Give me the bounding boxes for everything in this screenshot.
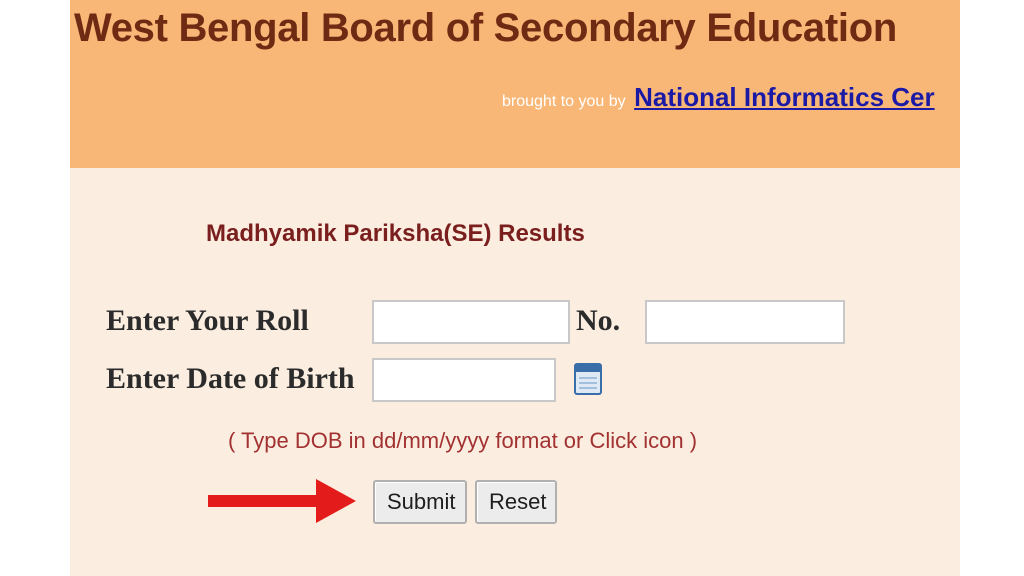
submit-button[interactable]: Submit [373,480,467,524]
calendar-icon[interactable] [574,362,602,396]
reset-button[interactable]: Reset [475,480,557,524]
results-page-frame: West Bengal Board of Secondary Education… [70,0,960,576]
page: West Bengal Board of Secondary Education… [0,0,1024,576]
dob-label: Enter Date of Birth [106,362,355,395]
byline-prefix: brought to you by [502,93,626,110]
dob-input[interactable] [372,358,556,402]
roll-no-input[interactable] [645,300,845,344]
page-header: West Bengal Board of Secondary Education… [70,0,960,168]
roll-input[interactable] [372,300,570,344]
dob-format-hint: ( Type DOB in dd/mm/yyyy format or Click… [228,428,698,453]
roll-label: Enter Your Roll [106,304,309,337]
results-form: Madhyamik Pariksha(SE) Results Enter You… [70,168,960,576]
byline: brought to you by National Informatics C… [502,82,935,113]
nic-link[interactable]: National Informatics Cer [634,82,935,112]
red-arrow-icon [208,479,356,523]
board-title: West Bengal Board of Secondary Education [74,6,897,50]
roll-no-label: No. [576,304,621,337]
results-heading: Madhyamik Pariksha(SE) Results [206,220,585,247]
